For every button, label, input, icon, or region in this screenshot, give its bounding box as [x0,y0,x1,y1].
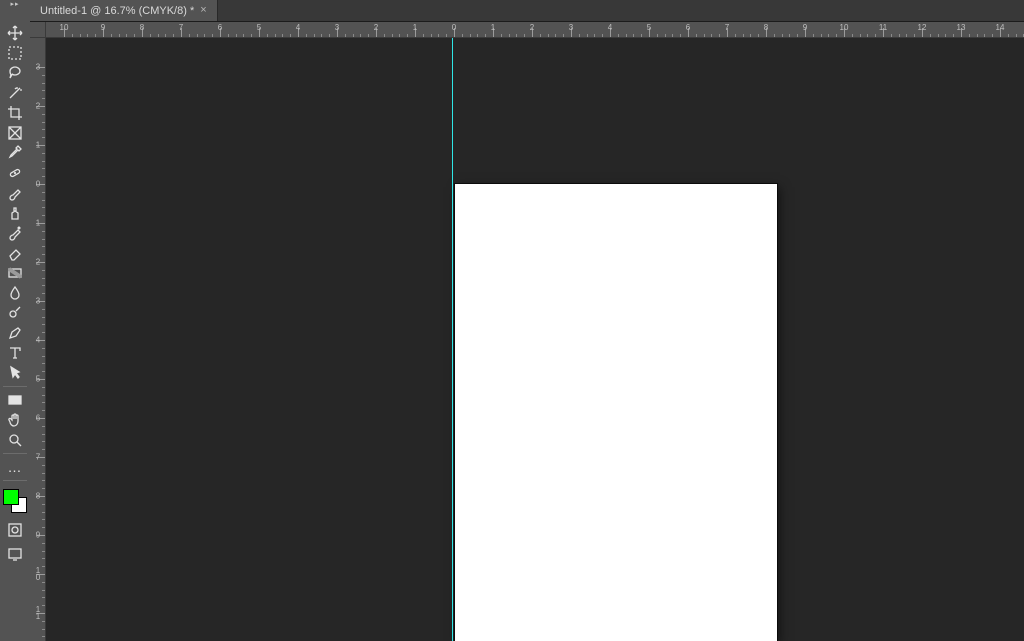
toolbar-expand-handle[interactable]: ▸▸ [0,0,30,7]
ruler-label: 8 [33,493,43,500]
eyedropper-tool-icon[interactable] [3,143,27,163]
quick-mask-mode-icon[interactable] [3,520,27,540]
ruler-label: 8 [140,23,144,32]
ruler-label: 6 [218,23,222,32]
foreground-color-swatch[interactable] [3,489,19,505]
ruler-label: 11 [879,23,887,32]
tool-separator [3,453,27,454]
pen-tool-icon[interactable] [3,323,27,343]
document-tab-bar: Untitled-1 @ 16.7% (CMYK/8) * × [30,0,1024,22]
ruler-label: 2 [374,23,378,32]
hand-tool-icon[interactable] [3,410,27,430]
ruler-origin-corner[interactable] [30,22,46,38]
ruler-label: 8 [764,23,768,32]
mode-buttons [3,520,27,564]
quick-selection-tool-icon[interactable] [3,83,27,103]
frame-tool-icon[interactable] [3,123,27,143]
ruler-label: 4 [296,23,300,32]
ruler-label: 6 [686,23,690,32]
ruler-label: 3 [33,298,43,305]
brush-tool-icon[interactable] [3,183,27,203]
vertical-ruler[interactable]: 3210123456789101112 [30,38,46,641]
ruler-label: 10 [33,567,43,581]
document-tab-title: Untitled-1 @ 16.7% (CMYK/8) * [40,5,194,17]
ruler-label: 9 [33,532,43,539]
close-tab-icon[interactable]: × [200,5,206,16]
canvas-area[interactable] [46,38,1024,641]
dodge-tool-icon[interactable] [3,303,27,323]
edit-toolbar-icon[interactable]: … [3,457,27,477]
spot-healing-brush-tool-icon[interactable] [3,163,27,183]
path-selection-tool-icon[interactable] [3,363,27,383]
ruler-label: 2 [530,23,534,32]
tool-separator [3,386,27,387]
ruler-label: 1 [491,23,495,32]
ruler-label: 7 [725,23,729,32]
workspace: 1098765432101234567891011121314 32101234… [30,22,1024,641]
ruler-label: 5 [33,376,43,383]
ruler-label: 3 [33,64,43,71]
rectangular-marquee-tool-icon[interactable] [3,43,27,63]
eraser-tool-icon[interactable] [3,243,27,263]
rectangle-tool-icon[interactable] [3,390,27,410]
move-tool-icon[interactable] [3,23,27,43]
ruler-label: 3 [569,23,573,32]
horizontal-ruler[interactable]: 1098765432101234567891011121314 [46,22,1024,38]
vertical-guide[interactable] [452,38,453,641]
ruler-label: 4 [33,337,43,344]
type-tool-icon[interactable] [3,343,27,363]
ruler-label: 1 [413,23,417,32]
ruler-label: 2 [33,103,43,110]
ruler-label: 3 [335,23,339,32]
ruler-label: 0 [452,23,456,32]
blur-tool-icon[interactable] [3,283,27,303]
ruler-label: 5 [647,23,651,32]
color-swatches[interactable] [2,488,28,514]
ruler-label: 9 [101,23,105,32]
document-canvas[interactable] [455,184,777,641]
crop-tool-icon[interactable] [3,103,27,123]
ruler-label: 14 [996,23,1005,32]
ruler-label: 1 [33,220,43,227]
history-brush-tool-icon[interactable] [3,223,27,243]
screen-mode-icon[interactable] [3,544,27,564]
clone-stamp-tool-icon[interactable] [3,203,27,223]
ruler-label: 7 [179,23,183,32]
ruler-label: 11 [33,606,43,620]
ruler-label: 12 [918,23,927,32]
ruler-label: 13 [957,23,966,32]
ruler-label: 6 [33,415,43,422]
ruler-label: 5 [257,23,261,32]
ruler-label: 9 [803,23,807,32]
tool-separator [3,480,27,481]
tools-panel: … [0,7,30,641]
zoom-tool-icon[interactable] [3,430,27,450]
document-tab[interactable]: Untitled-1 @ 16.7% (CMYK/8) * × [30,0,218,21]
lasso-tool-icon[interactable] [3,63,27,83]
ruler-label: 10 [60,23,69,32]
ruler-label: 2 [33,259,43,266]
ruler-label: 4 [608,23,612,32]
gradient-tool-icon[interactable] [3,263,27,283]
ruler-label: 1 [33,142,43,149]
ruler-label: 7 [33,454,43,461]
ruler-label: 0 [33,181,43,188]
ruler-label: 10 [840,23,849,32]
